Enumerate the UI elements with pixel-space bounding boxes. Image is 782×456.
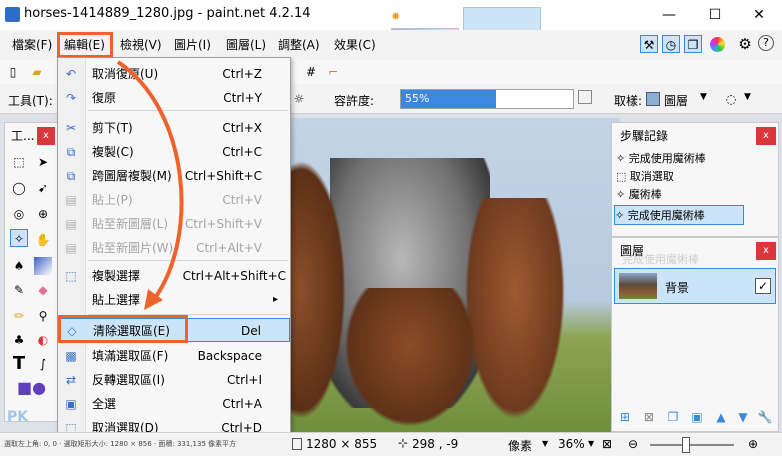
chevron-down-icon: ▼ <box>542 439 549 448</box>
units-dropdown[interactable]: 像素 <box>508 437 532 454</box>
fit-window-icon[interactable]: ⊠ <box>598 435 616 453</box>
zoom-level[interactable]: 36% <box>558 437 585 451</box>
annotation-arrow <box>116 60 184 310</box>
status-bar: 選取左上角: 0, 0 · 選取矩形大小: 1280 × 856 · 面積: 3… <box>0 432 782 456</box>
zoom-slider[interactable] <box>650 437 734 453</box>
image-size-icon <box>292 438 302 450</box>
annotation-arrow-path <box>116 60 184 304</box>
zoom-out-icon[interactable]: ⊖ <box>624 435 642 453</box>
cursor-position: 298 , -9 <box>412 437 459 451</box>
chevron-down-icon: ▼ <box>588 439 595 448</box>
zoom-slider-thumb[interactable] <box>682 437 690 453</box>
cursor-icon: ⊹ <box>398 436 409 450</box>
status-hint: 選取左上角: 0, 0 · 選取矩形大小: 1280 × 856 · 面積: 3… <box>4 440 237 448</box>
image-size: 1280 × 855 <box>306 437 378 451</box>
zoom-in-icon[interactable]: ⊕ <box>744 435 762 453</box>
